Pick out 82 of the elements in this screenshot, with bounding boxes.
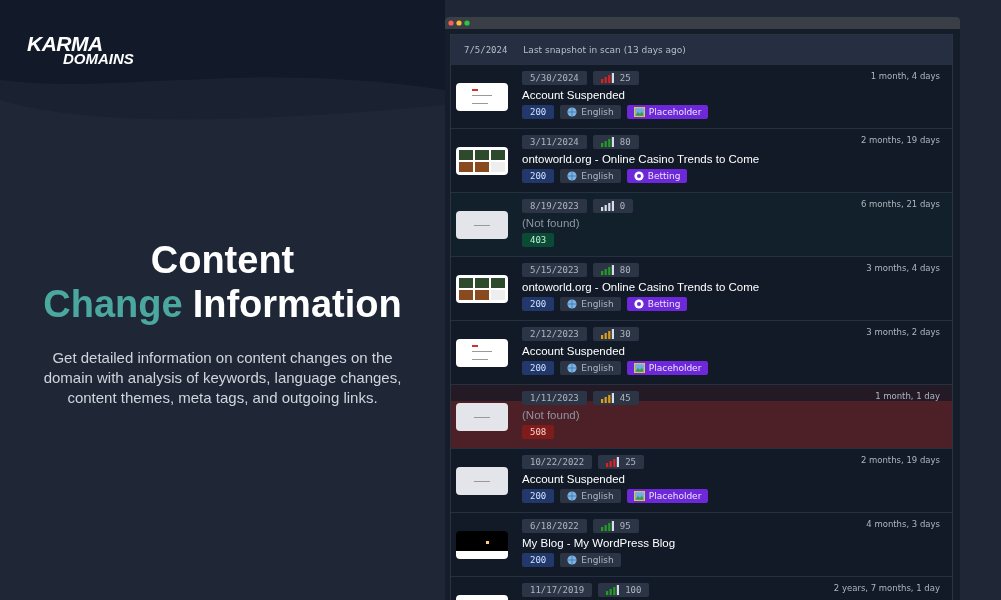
page-title: ontoworld.org - Online Casino Trends to Come: [522, 152, 761, 166]
page-title: Account Suspended: [522, 88, 626, 102]
tag-label: English: [581, 299, 614, 309]
picture-icon: [633, 491, 645, 501]
score-badge: 30: [592, 327, 639, 341]
page-title: My Blog - My WordPress Blog: [522, 536, 677, 550]
snapshot-date: 10/22/2022: [522, 455, 593, 469]
tag-label: English: [581, 491, 614, 501]
time-span: 6 months, 21 days: [860, 199, 940, 209]
status-code-badge: 508: [522, 425, 555, 439]
tag-label: Placeholder: [648, 107, 702, 117]
status-code-badge: 200: [522, 553, 555, 567]
chip-icon: [633, 299, 644, 309]
hero-title: Information: [192, 282, 402, 326]
time-span: 1 month, 4 days: [870, 71, 940, 81]
window-controls-icon[interactable]: [448, 20, 470, 26]
status-code-badge: 200: [522, 169, 555, 183]
page-title: ontoworld.org - Online Casino Trends to Come: [522, 280, 761, 294]
snapshot-date: 5/30/2024: [522, 71, 587, 85]
tag-label: Placeholder: [648, 491, 702, 501]
score-badge: 80: [592, 263, 639, 277]
time-span: 2 months, 19 days: [860, 455, 940, 465]
time-span: 2 years, 7 months, 1 day: [833, 583, 940, 593]
time-span: 4 months, 3 days: [866, 519, 940, 529]
globe-icon: [567, 491, 578, 501]
snapshot-date: 3/11/2024: [522, 135, 587, 149]
picture-icon: [633, 363, 645, 373]
chip-icon: [633, 171, 644, 181]
snapshot-row[interactable]: 1/11/2023 45 1 month, 1 day (Not found) 508: [451, 384, 952, 448]
snapshot-row[interactable]: 5/30/2024 25 1 month, 4 days Account Suspended 200 English Placeholder: [451, 64, 952, 128]
hero-title-accent: Change: [43, 282, 183, 326]
status-code-badge: 200: [522, 361, 555, 375]
brand-logo[interactable]: KARMA DOMAINS: [27, 34, 134, 67]
globe-icon: [567, 171, 578, 181]
snapshot-date: 5/15/2023: [522, 263, 587, 277]
time-span: 1 month, 1 day: [875, 391, 940, 401]
tag-label: English: [581, 171, 614, 181]
globe-icon: [567, 555, 578, 565]
snapshot-row[interactable]: 3/11/2024 80 2 months, 19 days ontoworld.org - Online Casino Trends to Come 200 English Betting: [451, 128, 952, 192]
hero-title: Content: [150, 238, 295, 282]
score-badge: 45: [592, 391, 639, 405]
score-badge: 25: [592, 71, 639, 85]
globe-icon: [567, 299, 578, 309]
status-code-badge: 200: [522, 105, 555, 119]
snapshot-row[interactable]: 2/12/2023 30 3 months, 2 days Account Suspended 200 English Placeholder: [451, 320, 952, 384]
score-badge: 80: [592, 135, 639, 149]
time-span: 3 months, 2 days: [866, 327, 940, 337]
snapshot-date: 6/18/2022: [522, 519, 587, 533]
snapshot-row[interactable]: 6/18/2022 95 4 months, 3 days My Blog - My WordPress Blog 200 English: [451, 512, 952, 576]
status-code-badge: 200: [522, 489, 555, 503]
snapshot-row[interactable]: 8/19/2023 0 6 months, 21 days (Not found) 403: [451, 192, 952, 256]
snapshot-date: 8/19/2023: [522, 199, 587, 213]
snapshot-row[interactable]: 5/15/2023 80 3 months, 4 days ontoworld.org - Online Casino Trends to Come 200 English Betting: [451, 256, 952, 320]
tag-label: Betting: [647, 299, 681, 309]
picture-icon: [633, 107, 645, 117]
score-badge: 25: [598, 455, 645, 469]
snapshot-date: 11/17/2019: [522, 583, 593, 597]
tag-label: English: [581, 555, 614, 565]
tag-label: English: [581, 363, 614, 373]
snapshot-label: Last snapshot in scan (13 days ago): [523, 44, 686, 55]
page-title: (Not found): [522, 408, 581, 422]
time-span: 2 months, 19 days: [860, 135, 940, 145]
score-badge: 0: [592, 199, 634, 213]
globe-icon: [567, 107, 578, 117]
snapshot-date: 7/5/2024: [464, 44, 508, 55]
hero-description: Get detailed information on content changes on the domain with analysis of keywords, language changes, content themes, meta tags, and outgoing links.: [42, 348, 403, 408]
snapshot-row[interactable]: 11/17/2019 100 2 years, 7 months, 1 day: [451, 576, 952, 600]
tag-label: Betting: [647, 171, 681, 181]
score-badge: 100: [598, 583, 650, 597]
snapshot-row[interactable]: 10/22/2022 25 2 months, 19 days Account Suspended 200 English Placeholder: [451, 448, 952, 512]
page-title: Account Suspended: [522, 344, 626, 358]
snapshot-date: 2/12/2023: [522, 327, 587, 341]
globe-icon: [567, 363, 578, 373]
status-code-badge: 200: [522, 297, 555, 311]
score-badge: 95: [592, 519, 639, 533]
tag-label: Placeholder: [648, 363, 702, 373]
snapshot-date: 1/11/2023: [522, 391, 587, 405]
status-code-badge: 403: [522, 233, 555, 247]
time-span: 3 months, 4 days: [866, 263, 940, 273]
page-title: Account Suspended: [522, 472, 626, 486]
page-title: (Not found): [522, 216, 581, 230]
tag-label: English: [581, 107, 614, 117]
